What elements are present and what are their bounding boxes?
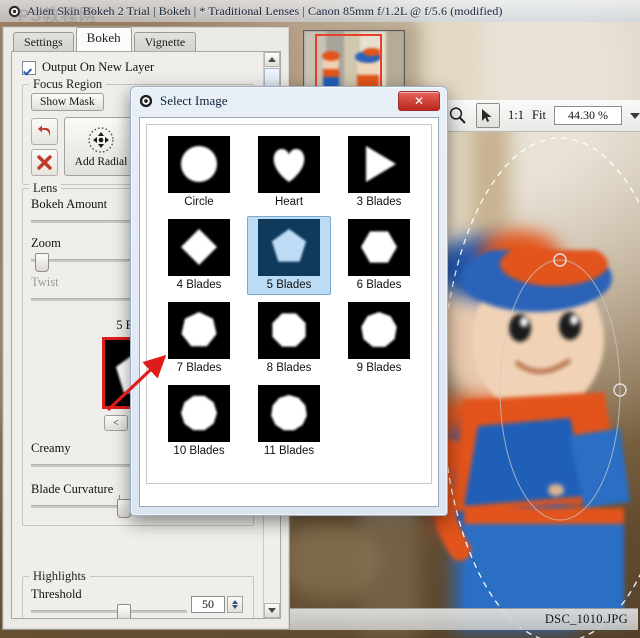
navigator-view-rect[interactable] [315, 34, 382, 92]
undo-arrow-icon [37, 125, 51, 137]
select-image-dialog: Select Image ✕ Circle Heart 3 Blades 4 Blad… [130, 86, 448, 516]
zoom-level-value[interactable]: 44.30 % [553, 106, 622, 125]
tab-bar: Settings Bokeh Vignette [13, 27, 198, 53]
poly3-icon [348, 136, 410, 193]
poly9-icon [348, 302, 410, 359]
cursor-arrow-icon[interactable] [476, 103, 501, 128]
add-radial-button[interactable]: Add Radial [64, 117, 138, 176]
fit-button[interactable]: Fit [532, 108, 546, 123]
clear-button[interactable] [31, 148, 58, 176]
output-on-new-layer-label: Output On New Layer [42, 60, 155, 74]
poly8-icon [258, 302, 320, 359]
shape-item-6-blades[interactable]: 6 Blades [337, 216, 421, 295]
scroll-down-button[interactable] [264, 603, 280, 618]
slider-track [31, 610, 187, 613]
threshold-slider[interactable]: 50 [31, 596, 245, 618]
shape-item-8-blades[interactable]: 8 Blades [247, 299, 331, 378]
slider-thumb[interactable] [116, 499, 131, 518]
arrow-up-icon[interactable] [232, 600, 238, 604]
shape-item-label: 3 Blades [356, 196, 402, 208]
previous-shape-button[interactable]: < [104, 415, 128, 431]
chevron-down-icon[interactable] [629, 112, 640, 119]
shape-item-label: 6 Blades [356, 279, 402, 291]
tab-settings[interactable]: Settings [13, 32, 74, 53]
focus-region-title: Focus Region [29, 77, 107, 92]
shape-item-label: 7 Blades [176, 362, 222, 374]
lens-title: Lens [29, 181, 62, 196]
threshold-value[interactable]: 50 [191, 596, 225, 613]
poly11-icon [258, 385, 320, 442]
shape-item-9-blades[interactable]: 9 Blades [337, 299, 421, 378]
output-on-new-layer-checkbox[interactable] [22, 60, 36, 75]
tab-vignette[interactable]: Vignette [133, 32, 197, 53]
poly5-icon [258, 219, 320, 276]
poly4-icon [168, 219, 230, 276]
shape-item-heart[interactable]: Heart [247, 133, 331, 212]
target-icon [139, 94, 153, 107]
show-mask-button[interactable]: Show Mask [31, 93, 104, 111]
shape-grid: Circle Heart 3 Blades 4 Blades 5 Blades 6 Bla… [147, 125, 431, 469]
undo-button[interactable] [31, 117, 58, 145]
slider-thumb[interactable] [116, 604, 131, 618]
shape-item-label: 10 Blades [173, 445, 225, 457]
highlights-group: Highlights Threshold 50 [22, 569, 254, 618]
circle-icon [168, 136, 230, 193]
magnifier-icon[interactable] [446, 104, 468, 127]
output-on-new-layer-row[interactable]: Output On New Layer [22, 60, 254, 75]
window-title: Alien Skin Bokeh 2 Trial | Bokeh | * Tra… [27, 3, 503, 18]
shape-item-label: 11 Blades [263, 445, 315, 457]
shape-item-label: Heart [274, 196, 304, 208]
one-to-one-button[interactable]: 1:1 [508, 108, 524, 123]
shape-item-5-blades[interactable]: 5 Blades [247, 216, 331, 295]
radial-icon [88, 127, 114, 153]
tab-bokeh[interactable]: Bokeh [75, 27, 132, 51]
arrow-up-icon [268, 57, 276, 62]
poly6-icon [348, 219, 410, 276]
shape-item-10-blades[interactable]: 10 Blades [157, 382, 241, 461]
shape-item-label: 9 Blades [356, 362, 402, 374]
threshold-spinner[interactable] [227, 596, 243, 613]
zoom-toolbar: 1:1 Fit 44.30 % [440, 100, 640, 132]
close-icon[interactable]: ✕ [398, 91, 440, 111]
shape-item-3-blades[interactable]: 3 Blades [337, 133, 421, 212]
shape-item-label: 8 Blades [266, 362, 312, 374]
poly10-icon [168, 385, 230, 442]
shape-item-label: Circle [184, 196, 214, 208]
arrow-down-icon [268, 608, 276, 613]
dialog-body: Circle Heart 3 Blades 4 Blades 5 Blades 6 Bla… [139, 117, 439, 507]
watermark-line1: PS教程网 [18, 6, 97, 25]
shape-item-7-blades[interactable]: 7 Blades [157, 299, 241, 378]
status-bar: DSC_1010.JPG [290, 608, 638, 630]
shape-item-11-blades[interactable]: 11 Blades [247, 382, 331, 461]
shape-item-label: 5 Blades [266, 279, 312, 291]
slider-thumb[interactable] [35, 253, 50, 272]
poly7-icon [168, 302, 230, 359]
scroll-up-button[interactable] [264, 52, 280, 67]
add-radial-label: Add Radial [74, 156, 128, 168]
status-filename: DSC_1010.JPG [544, 612, 628, 626]
dialog-title-bar: Select Image ✕ [131, 87, 447, 114]
shape-item-4-blades[interactable]: 4 Blades [157, 216, 241, 295]
highlights-title: Highlights [29, 569, 90, 584]
shape-item-circle[interactable]: Circle [157, 133, 241, 212]
heart-icon [258, 136, 320, 193]
image-shape-list[interactable]: Circle Heart 3 Blades 4 Blades 5 Blades 6 Bla… [146, 124, 432, 484]
red-x-icon [37, 154, 52, 170]
dialog-title: Select Image [160, 92, 228, 108]
arrow-down-icon[interactable] [232, 605, 238, 609]
shape-item-label: 4 Blades [176, 279, 222, 291]
